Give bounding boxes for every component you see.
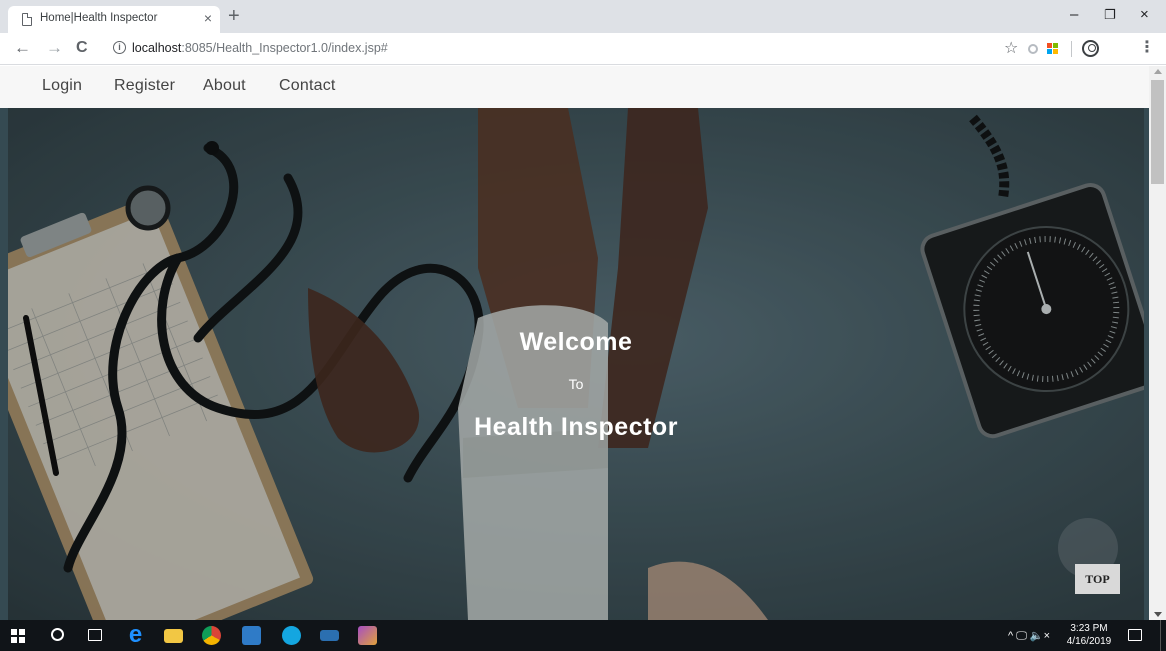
browser-toolbar: ← → C i localhost:8085/Health_Inspector1… <box>0 33 1166 65</box>
back-to-top-button[interactable]: TOP <box>1075 564 1120 594</box>
windows-extension-icon[interactable] <box>1047 43 1059 55</box>
profile-icon[interactable] <box>1082 40 1099 57</box>
taskbar-app-edge[interactable]: e <box>116 620 154 651</box>
web-page: Login Register About Contact Welcome To … <box>0 66 1149 620</box>
extension-icon[interactable] <box>1028 44 1038 54</box>
url-text[interactable]: localhost:8085/Health_Inspector1.0/index… <box>132 41 388 55</box>
hero-overlay <box>8 108 1144 620</box>
clock-time: 3:23 PM <box>1070 623 1108 634</box>
scroll-down-arrow-icon[interactable] <box>1154 612 1162 617</box>
taskbar-app-utility[interactable] <box>348 620 386 651</box>
hero-banner: Welcome To Health Inspector <box>8 108 1144 620</box>
url-path: :8085/Health_Inspector1.0/index.jsp# <box>181 41 388 55</box>
bookmark-star-icon[interactable]: ☆ <box>1004 38 1018 58</box>
chrome-icon <box>202 626 221 645</box>
taskbar-app-file-explorer[interactable] <box>154 620 192 651</box>
url-host: localhost <box>132 41 182 55</box>
folder-icon <box>164 629 183 643</box>
task-view-button[interactable] <box>76 620 114 651</box>
nav-about-link[interactable]: About <box>203 77 246 95</box>
page-scrollbar[interactable] <box>1149 66 1166 620</box>
toolbar-divider <box>1071 41 1072 57</box>
nav-register-link[interactable]: Register <box>114 77 175 95</box>
page-icon <box>22 13 32 26</box>
utility-app-icon <box>358 626 377 645</box>
hero-to-text: To <box>568 376 584 392</box>
system-tray-icons[interactable]: ^ 🖵 🔈× <box>1008 629 1050 651</box>
site-info-icon[interactable]: i <box>113 41 126 54</box>
start-button[interactable] <box>0 620 38 651</box>
clock-date: 4/16/2019 <box>1066 636 1112 647</box>
browser-tab-strip: Home|Health Inspector × + – ❐ × <box>0 0 1166 33</box>
tab-close-icon[interactable]: × <box>204 10 212 26</box>
forward-button[interactable]: → <box>46 38 63 58</box>
reload-button[interactable]: C <box>76 38 88 58</box>
hero-welcome-heading: Welcome <box>519 328 633 356</box>
outlook-icon <box>242 626 261 645</box>
search-icon <box>51 628 64 641</box>
windows-logo-icon <box>11 629 25 643</box>
restore-button[interactable]: ❐ <box>1104 6 1116 24</box>
task-view-icon <box>88 629 102 641</box>
nav-contact-link[interactable]: Contact <box>279 77 336 95</box>
close-window-button[interactable]: × <box>1140 6 1149 24</box>
remote-app-icon <box>320 630 339 641</box>
back-button[interactable]: ← <box>14 38 31 58</box>
taskbar-app-chrome[interactable] <box>192 620 230 651</box>
search-button[interactable] <box>38 620 76 651</box>
taskbar-app-outlook[interactable] <box>232 620 270 651</box>
show-desktop-button[interactable] <box>1160 620 1161 651</box>
browser-tab[interactable]: Home|Health Inspector × <box>8 6 220 33</box>
skype-icon <box>282 626 301 645</box>
new-tab-button[interactable]: + <box>228 5 240 27</box>
taskbar-app-skype[interactable] <box>272 620 310 651</box>
tab-title: Home|Health Inspector <box>40 12 158 24</box>
nav-login-link[interactable]: Login <box>42 77 82 95</box>
windows-taskbar: e ^ 🖵 🔈× 3:23 PM 4/16/2019 <box>0 620 1166 651</box>
minimize-button[interactable]: – <box>1070 6 1078 24</box>
scroll-thumb[interactable] <box>1151 80 1164 184</box>
browser-menu-icon[interactable]: ⋮ <box>1139 38 1155 58</box>
taskbar-app-remote[interactable] <box>310 620 348 651</box>
taskbar-clock[interactable]: 3:23 PM 4/16/2019 <box>1063 622 1115 648</box>
action-center-icon[interactable] <box>1128 629 1142 641</box>
scroll-up-arrow-icon[interactable] <box>1154 69 1162 74</box>
hero-brand-heading: Health Inspector <box>474 413 678 441</box>
site-navbar: Login Register About Contact <box>0 66 1149 108</box>
edge-icon: e <box>128 621 143 648</box>
address-bar[interactable]: i localhost:8085/Health_Inspector1.0/ind… <box>106 37 1041 61</box>
